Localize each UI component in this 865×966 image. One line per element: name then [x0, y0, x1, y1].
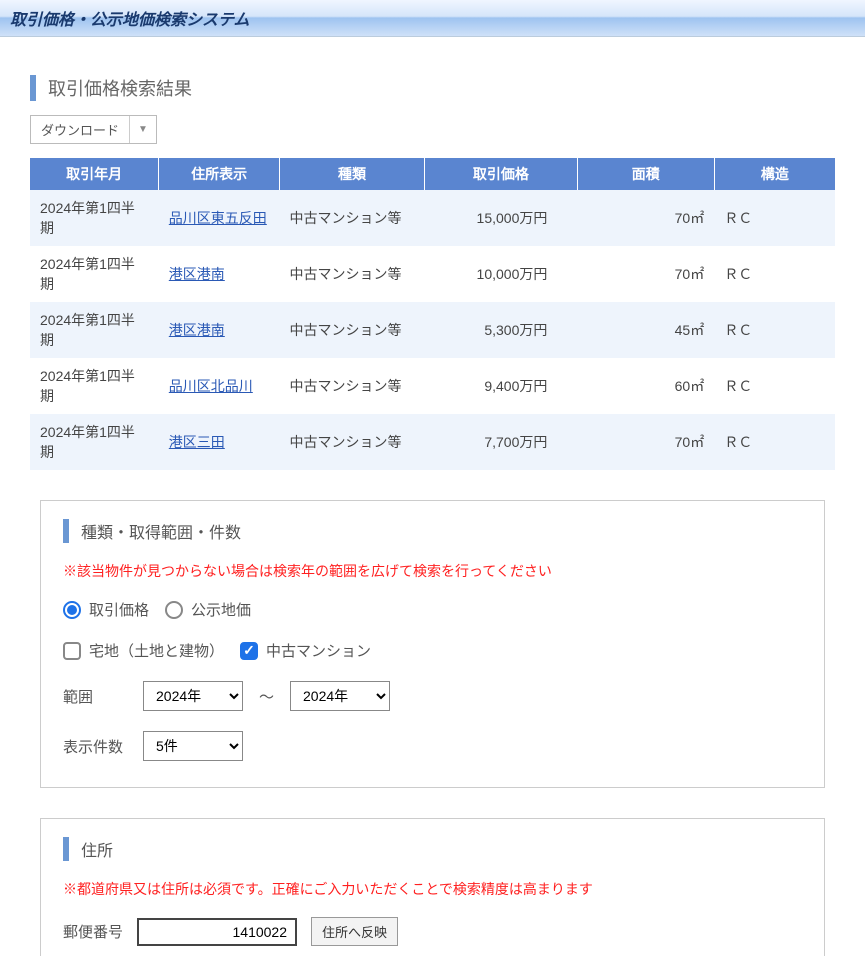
- table-row: 2024年第1四半期港区港南 中古マンション等10,000万円70㎡ＲＣ: [30, 246, 835, 302]
- cell-period: 2024年第1四半期: [30, 190, 159, 246]
- cell-area: 70㎡: [577, 414, 714, 470]
- checkbox-condo-label: 中古マンション: [266, 640, 371, 661]
- cell-price: 15,000万円: [424, 190, 577, 246]
- cell-structure: ＲＣ: [714, 190, 835, 246]
- checkbox-land[interactable]: 宅地（土地と建物）: [63, 640, 224, 661]
- reflect-button[interactable]: 住所へ反映: [311, 917, 398, 946]
- address-link[interactable]: 港区三田: [169, 434, 225, 450]
- cell-period: 2024年第1四半期: [30, 414, 159, 470]
- chevron-down-icon: ▼: [130, 120, 156, 139]
- count-select[interactable]: 5件: [143, 731, 243, 761]
- cell-address: 品川区北品川: [159, 358, 280, 414]
- address-panel: 住所 ※都道府県又は住所は必須です。正確にご入力いただくことで検索精度は高まりま…: [40, 818, 825, 956]
- address-title: 住所: [63, 837, 802, 861]
- cell-structure: ＲＣ: [714, 302, 835, 358]
- filter-title: 種類・取得範囲・件数: [63, 519, 802, 543]
- radio-public-label: 公示地価: [191, 599, 251, 620]
- cell-type: 中古マンション等: [280, 358, 425, 414]
- address-link[interactable]: 港区港南: [169, 322, 225, 338]
- download-button[interactable]: ダウンロード ▼: [30, 115, 157, 144]
- filter-warning: ※該当物件が見つからない場合は検索年の範囲を広げて検索を行ってください: [63, 561, 802, 581]
- cell-structure: ＲＣ: [714, 358, 835, 414]
- app-title: 取引価格・公示地価検索システム: [10, 6, 855, 30]
- table-row: 2024年第1四半期品川区北品川 中古マンション等9,400万円60㎡ＲＣ: [30, 358, 835, 414]
- range-tilde: ～: [259, 686, 274, 707]
- cell-address: 港区港南: [159, 246, 280, 302]
- col-area[interactable]: 面積: [577, 158, 714, 190]
- year-from-select[interactable]: 2024年: [143, 681, 243, 711]
- table-row: 2024年第1四半期品川区東五反田中古マンション等15,000万円70㎡ＲＣ: [30, 190, 835, 246]
- cell-area: 45㎡: [577, 302, 714, 358]
- checkbox-land-label: 宅地（土地と建物）: [89, 640, 224, 661]
- checkbox-icon: [240, 642, 258, 660]
- cell-price: 10,000万円: [424, 246, 577, 302]
- cell-area: 70㎡: [577, 190, 714, 246]
- address-link[interactable]: 品川区北品川: [169, 378, 253, 394]
- cell-price: 5,300万円: [424, 302, 577, 358]
- radio-icon: [63, 601, 81, 619]
- address-warning: ※都道府県又は住所は必須です。正確にご入力いただくことで検索精度は高まります: [63, 879, 802, 899]
- cell-area: 70㎡: [577, 246, 714, 302]
- checkbox-condo[interactable]: 中古マンション: [240, 640, 371, 661]
- col-address[interactable]: 住所表示: [159, 158, 280, 190]
- zip-label: 郵便番号: [63, 921, 123, 942]
- cell-period: 2024年第1四半期: [30, 358, 159, 414]
- cell-period: 2024年第1四半期: [30, 302, 159, 358]
- radio-transaction-price[interactable]: 取引価格: [63, 599, 149, 620]
- address-link[interactable]: 港区港南: [169, 266, 225, 282]
- filter-panel: 種類・取得範囲・件数 ※該当物件が見つからない場合は検索年の範囲を広げて検索を行…: [40, 500, 825, 788]
- results-title: 取引価格検索結果: [30, 75, 835, 101]
- cell-period: 2024年第1四半期: [30, 246, 159, 302]
- main-content: 取引価格検索結果 ダウンロード ▼ 取引年月 住所表示 種類 取引価格 面積 構…: [0, 37, 865, 966]
- table-row: 2024年第1四半期港区三田 中古マンション等7,700万円70㎡ＲＣ: [30, 414, 835, 470]
- radio-txn-label: 取引価格: [89, 599, 149, 620]
- cell-type: 中古マンション等: [280, 190, 425, 246]
- cell-area: 60㎡: [577, 358, 714, 414]
- zip-input[interactable]: [137, 918, 297, 946]
- cell-price: 7,700万円: [424, 414, 577, 470]
- address-link[interactable]: 品川区東五反田: [169, 210, 267, 226]
- cell-type: 中古マンション等: [280, 414, 425, 470]
- cell-structure: ＲＣ: [714, 246, 835, 302]
- checkbox-icon: [63, 642, 81, 660]
- table-row: 2024年第1四半期港区港南 中古マンション等5,300万円45㎡ＲＣ: [30, 302, 835, 358]
- col-structure[interactable]: 構造: [714, 158, 835, 190]
- count-label: 表示件数: [63, 736, 127, 757]
- cell-address: 港区三田: [159, 414, 280, 470]
- cell-address: 品川区東五反田: [159, 190, 280, 246]
- results-table: 取引年月 住所表示 種類 取引価格 面積 構造 2024年第1四半期品川区東五反…: [30, 158, 835, 470]
- download-label: ダウンロード: [31, 116, 130, 143]
- cell-type: 中古マンション等: [280, 246, 425, 302]
- app-header: 取引価格・公示地価検索システム: [0, 0, 865, 37]
- radio-public-price[interactable]: 公示地価: [165, 599, 251, 620]
- year-to-select[interactable]: 2024年: [290, 681, 390, 711]
- col-price[interactable]: 取引価格: [424, 158, 577, 190]
- col-type[interactable]: 種類: [280, 158, 425, 190]
- cell-address: 港区港南: [159, 302, 280, 358]
- range-label: 範囲: [63, 686, 127, 707]
- cell-type: 中古マンション等: [280, 302, 425, 358]
- radio-icon: [165, 601, 183, 619]
- col-period[interactable]: 取引年月: [30, 158, 159, 190]
- cell-structure: ＲＣ: [714, 414, 835, 470]
- cell-price: 9,400万円: [424, 358, 577, 414]
